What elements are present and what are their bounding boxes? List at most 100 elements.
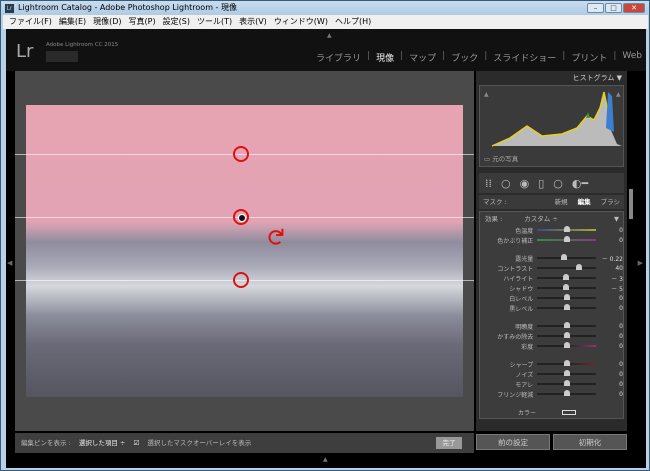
slider-value[interactable]: 0 [596, 371, 623, 378]
collapse-panel-icon[interactable]: ▼ [617, 74, 622, 82]
collapse-top-icon[interactable]: ▲ [327, 32, 332, 39]
effect-select[interactable]: カスタム ÷ [524, 215, 558, 223]
slider-thumb[interactable] [563, 342, 570, 348]
slider-track[interactable] [537, 360, 597, 366]
slider-thumb[interactable] [563, 226, 570, 232]
minimize-button[interactable]: – [587, 3, 604, 13]
slider-thumb[interactable] [563, 322, 570, 328]
slider-value[interactable]: 0 [596, 333, 623, 340]
shadow-clip-icon: ▲ [484, 91, 489, 98]
tool-strip: ⁞⁞ ○ ◉ ▯ ○ ◐━ [479, 173, 624, 193]
adjustment-brush-icon[interactable]: ◐━ [572, 177, 588, 190]
done-button[interactable]: 完了 [436, 437, 462, 449]
radial-filter-icon[interactable]: ○ [553, 177, 563, 190]
highlight-clip-icon: ▲ [616, 91, 621, 98]
slider-track[interactable] [537, 342, 597, 348]
slider-value[interactable]: 0 [596, 343, 623, 350]
slider-value[interactable]: － 0.22 [596, 254, 623, 263]
menu-window[interactable]: ウィンドウ(W) [274, 15, 328, 29]
gradient-center-pin[interactable] [233, 209, 249, 225]
slider-row: モアレ 0 [480, 379, 623, 389]
slider-value[interactable]: 40 [596, 265, 623, 272]
slider-value[interactable]: 0 [596, 295, 623, 302]
slider-row: シャープ 0 [480, 359, 623, 369]
spot-removal-icon[interactable]: ○ [501, 177, 511, 190]
module-print[interactable]: プリント [571, 51, 607, 64]
slider-thumb[interactable] [563, 332, 570, 338]
slider-value[interactable]: 0 [596, 305, 623, 312]
slider-track[interactable] [537, 284, 597, 290]
crop-tool-icon[interactable]: ⁞⁞ [485, 177, 492, 190]
adjustment-panel: 効果 : カスタム ÷ ▼ 色温度 0 色かぶり補正 0 露光量 － 0.22 コントラスト 40… [479, 211, 624, 419]
gradient-top-marker[interactable] [233, 146, 249, 162]
slider-row: 色かぶり補正 0 [480, 235, 623, 245]
slider-thumb[interactable] [561, 254, 568, 260]
slider-row: 彩度 0 [480, 341, 623, 351]
image-canvas[interactable]: ↻ [15, 71, 474, 431]
menu-help[interactable]: ヘルプ(H) [335, 15, 371, 29]
show-pins-select[interactable]: 選択した項目 ÷ [79, 439, 126, 447]
slider-thumb[interactable] [563, 380, 570, 386]
slider-value[interactable]: 0 [596, 323, 623, 330]
histogram-title[interactable]: ヒストグラム [573, 74, 615, 82]
menu-photo[interactable]: 写真(P) [129, 15, 156, 29]
slider-thumb[interactable] [563, 304, 570, 310]
menu-tools[interactable]: ツール(T) [197, 15, 232, 29]
slider-track[interactable] [537, 304, 597, 310]
menu-develop[interactable]: 現像(D) [93, 15, 121, 29]
menu-edit[interactable]: 編集(E) [59, 15, 86, 29]
graduated-filter-icon[interactable]: ▯ [538, 177, 544, 190]
slider-value[interactable]: 0 [596, 227, 623, 234]
slider-thumb[interactable] [563, 390, 570, 396]
slider-track[interactable] [537, 322, 597, 328]
collapse-left-icon[interactable]: ◀ [7, 259, 12, 267]
slider-value[interactable]: 0 [596, 237, 623, 244]
collapse-right-icon[interactable]: ▶ [638, 259, 643, 267]
slider-track[interactable] [537, 236, 597, 242]
module-web[interactable]: Web [622, 51, 642, 64]
effect-collapse-icon[interactable]: ▼ [614, 214, 619, 225]
menu-file[interactable]: ファイル(F) [9, 15, 52, 29]
menu-view[interactable]: 表示(V) [239, 15, 267, 29]
slider-track[interactable] [537, 294, 597, 300]
slider-track[interactable] [537, 380, 597, 386]
module-library[interactable]: ライブラリ [316, 51, 361, 64]
close-button[interactable]: ✕ [623, 3, 645, 13]
slider-thumb[interactable] [562, 284, 569, 290]
mask-brush[interactable]: ブラシ [601, 195, 620, 209]
slider-thumb[interactable] [563, 370, 570, 376]
slider-track[interactable] [537, 226, 597, 232]
mask-edit[interactable]: 編集 [578, 195, 591, 209]
slider-track[interactable] [537, 370, 597, 376]
panel-scrollbar[interactable] [629, 189, 633, 219]
slider-track[interactable] [537, 390, 597, 396]
slider-thumb[interactable] [563, 360, 570, 366]
slider-track[interactable] [537, 332, 597, 338]
overlay-checkbox[interactable]: ☑ [133, 439, 139, 447]
slider-value[interactable]: 0 [596, 381, 623, 388]
slider-thumb[interactable] [563, 236, 570, 242]
color-swatch[interactable] [562, 409, 576, 415]
module-slideshow[interactable]: スライドショー [493, 51, 556, 64]
maximize-button[interactable]: □ [605, 3, 622, 13]
previous-settings-button[interactable]: 前の設定 [476, 434, 550, 450]
red-eye-icon[interactable]: ◉ [520, 177, 530, 190]
module-book[interactable]: ブック [451, 51, 478, 64]
slider-value[interactable]: － 5 [596, 284, 623, 293]
slider-thumb[interactable] [563, 294, 570, 300]
collapse-bottom-icon[interactable]: ▲ [323, 456, 328, 463]
module-develop[interactable]: 現像 [376, 51, 394, 64]
mask-new[interactable]: 新規 [555, 195, 568, 209]
slider-track[interactable] [537, 254, 597, 260]
menu-settings[interactable]: 設定(S) [163, 15, 190, 29]
module-map[interactable]: マップ [409, 51, 436, 64]
slider-thumb[interactable] [563, 274, 570, 280]
slider-value[interactable]: － 3 [596, 274, 623, 283]
slider-track[interactable] [537, 274, 597, 280]
slider-value[interactable]: 0 [596, 361, 623, 368]
gradient-bottom-marker[interactable] [233, 272, 249, 288]
slider-thumb[interactable] [575, 264, 582, 270]
slider-value[interactable]: 0 [596, 391, 623, 398]
reset-button[interactable]: 初期化 [553, 434, 627, 450]
slider-track[interactable] [537, 264, 597, 270]
